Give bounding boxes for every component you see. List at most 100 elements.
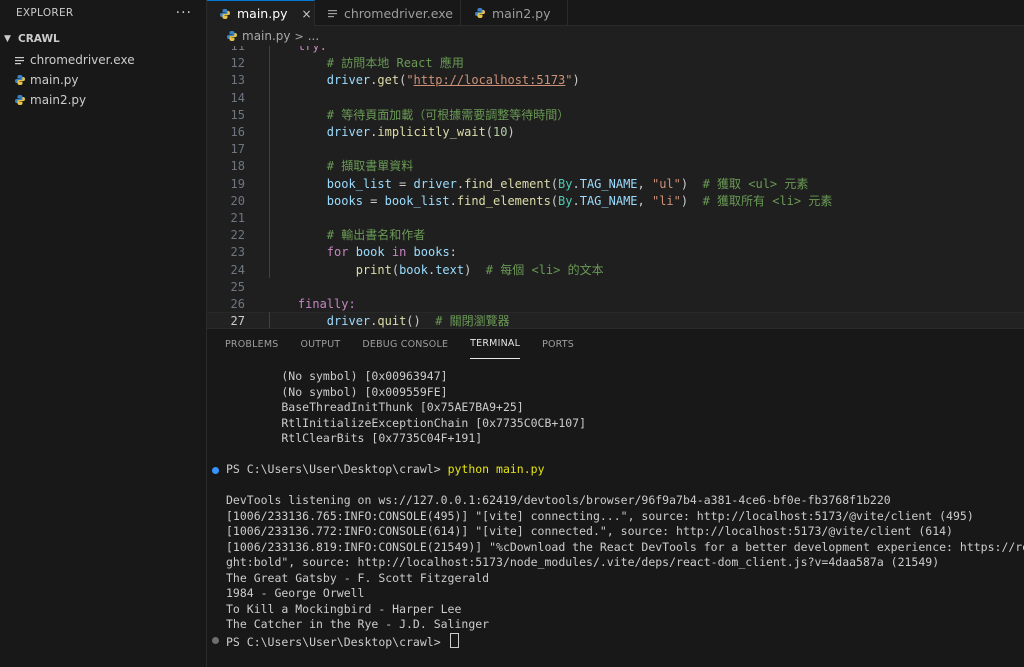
code-line[interactable]: 24 print(book.text) # 每個 <li> 的文本 — [207, 262, 1024, 279]
tab-terminal[interactable]: TERMINAL — [470, 329, 521, 359]
code-line[interactable]: 12 # 訪問本地 React 應用 — [207, 55, 1024, 72]
line-number: 15 — [230, 107, 245, 122]
file-item-chromedriver[interactable]: chromedriver.exe — [0, 50, 206, 70]
terminal-line: (No symbol) [0x009559FE] — [226, 384, 448, 399]
code-token: "li" — [651, 193, 681, 208]
code-token: in — [391, 245, 407, 260]
code-line[interactable]: 19 book_list = driver.find_element(By.TA… — [207, 176, 1024, 193]
line-number: 22 — [230, 228, 245, 243]
breadcrumb: main.py > ... — [207, 26, 1024, 46]
code-line[interactable]: 25 — [207, 279, 1024, 296]
file-item-main-py[interactable]: main.py — [0, 70, 206, 90]
terminal-line: (No symbol) [0x00963947] — [226, 369, 448, 383]
command-status-dot-icon[interactable] — [212, 637, 219, 644]
more-actions-icon[interactable]: ··· — [176, 5, 192, 21]
tab-main2-py[interactable]: main2.py — [461, 0, 568, 26]
code-token: . — [572, 193, 580, 208]
code-token: find_element — [464, 176, 551, 191]
line-number: 18 — [230, 159, 245, 174]
code-token: TAG_NAME — [579, 193, 638, 208]
terminal-cursor[interactable] — [449, 632, 459, 648]
terminal-line: To Kill a Mockingbird - Harper Lee — [226, 601, 462, 616]
code-line[interactable]: 18 # 擷取書單資料 — [207, 158, 1024, 175]
code-line[interactable]: 17 — [207, 141, 1024, 158]
code-line[interactable]: 14 — [207, 90, 1024, 107]
code-token: driver — [413, 176, 457, 191]
code-line[interactable]: 13 driver.get("http://localhost:5173") — [207, 72, 1024, 89]
line-number: 14 — [230, 90, 245, 105]
terminal-prompt: PS C:\Users\User\Desktop\crawl> — [226, 462, 448, 476]
code-token: ( — [550, 193, 559, 208]
code-line[interactable]: 11 try: — [207, 46, 1024, 55]
code-token: # 關閉瀏覽器 — [435, 314, 510, 328]
tab-problems[interactable]: PROBLEMS — [225, 329, 278, 359]
file-label: main2.py — [30, 93, 87, 107]
code-text: try: — [269, 46, 327, 55]
code-token: quit — [377, 314, 407, 328]
code-token: book — [399, 262, 428, 277]
line-number: 13 — [230, 73, 245, 88]
explorer-header: EXPLORER ··· — [0, 0, 206, 26]
tab-debug-console[interactable]: DEBUG CONSOLE — [362, 329, 448, 359]
code-line[interactable]: 27 driver.quit() # 關閉瀏覽器 — [207, 312, 1024, 328]
code-token: , — [637, 176, 652, 191]
close-icon[interactable]: × — [302, 7, 312, 21]
breadcrumb-file[interactable]: main.py — [242, 29, 291, 43]
code-token: 10 — [493, 125, 508, 139]
code-editor[interactable]: 11 try: 12 # 訪問本地 React 應用 13 driver.get("… — [207, 46, 1024, 328]
code-text: driver.get("http://localhost:5173") — [269, 72, 580, 89]
terminal-line: [1006/233136.765:INFO:CONSOLE(495)] "[vi… — [226, 508, 974, 523]
terminal-command: python main.py — [447, 462, 545, 476]
code-text: for book in books: — [269, 244, 457, 261]
code-token: driver — [326, 314, 371, 328]
code-token: # 擷取書單資料 — [326, 159, 414, 174]
chevron-down-icon: ▼ — [4, 34, 11, 44]
tab-output[interactable]: OUTPUT — [300, 329, 340, 359]
terminal-line: ght:bold", source: http://localhost:5173… — [226, 555, 940, 569]
line-number: 23 — [230, 245, 245, 260]
code-token: ) — [680, 176, 703, 191]
file-item-main2-py[interactable]: main2.py — [0, 90, 206, 110]
folder-label: CRAWL — [18, 33, 60, 45]
folder-crawl[interactable]: ▼ CRAWL — [0, 28, 206, 50]
code-token: ( — [391, 262, 400, 277]
chevron-right-icon: > — [294, 29, 304, 43]
tab-main-py[interactable]: main.py × — [207, 0, 315, 26]
code-line[interactable]: 20 books = book_list.find_elements(By.TA… — [207, 193, 1024, 210]
code-token: books — [413, 245, 450, 260]
code-line[interactable]: 22 # 輸出書名和作者 — [207, 227, 1024, 244]
code-token: = — [362, 193, 385, 208]
code-text: books = book_list.find_elements(By.TAG_N… — [269, 193, 833, 210]
code-text: print(book.text) # 每個 <li> 的文本 — [269, 262, 604, 279]
code-text: book_list = driver.find_element(By.TAG_N… — [269, 176, 809, 193]
terminal-line: [1006/233136.819:INFO:CONSOLE(21549)] "%… — [226, 539, 1024, 554]
terminal-line: RtlClearBits [0x7735C04F+191] — [226, 431, 483, 445]
code-token: : — [449, 245, 457, 260]
python-icon — [219, 7, 231, 20]
tab-chromedriver[interactable]: chromedriver.exe — [315, 0, 461, 26]
code-token: ) — [507, 125, 515, 139]
code-line[interactable]: 15 # 等待頁面加載（可根據需要調整等待時間） — [207, 107, 1024, 124]
code-token: text — [435, 262, 465, 277]
code-line[interactable]: 26 finally: — [207, 296, 1024, 313]
code-line[interactable]: 16 driver.implicitly_wait(10) — [207, 124, 1024, 141]
tab-ports[interactable]: PORTS — [542, 329, 574, 359]
code-text: driver.implicitly_wait(10) — [269, 124, 515, 141]
code-line[interactable]: 23 for book in books: — [207, 244, 1024, 261]
breadcrumb-symbol[interactable]: ... — [308, 29, 319, 43]
code-token: # 獲取所有 <li> 元素 — [702, 193, 833, 208]
line-number: 17 — [230, 142, 245, 157]
code-token: # 訪問本地 React 應用 — [326, 56, 464, 71]
code-line[interactable]: 21 — [207, 210, 1024, 227]
command-status-dot-icon[interactable] — [212, 466, 219, 474]
